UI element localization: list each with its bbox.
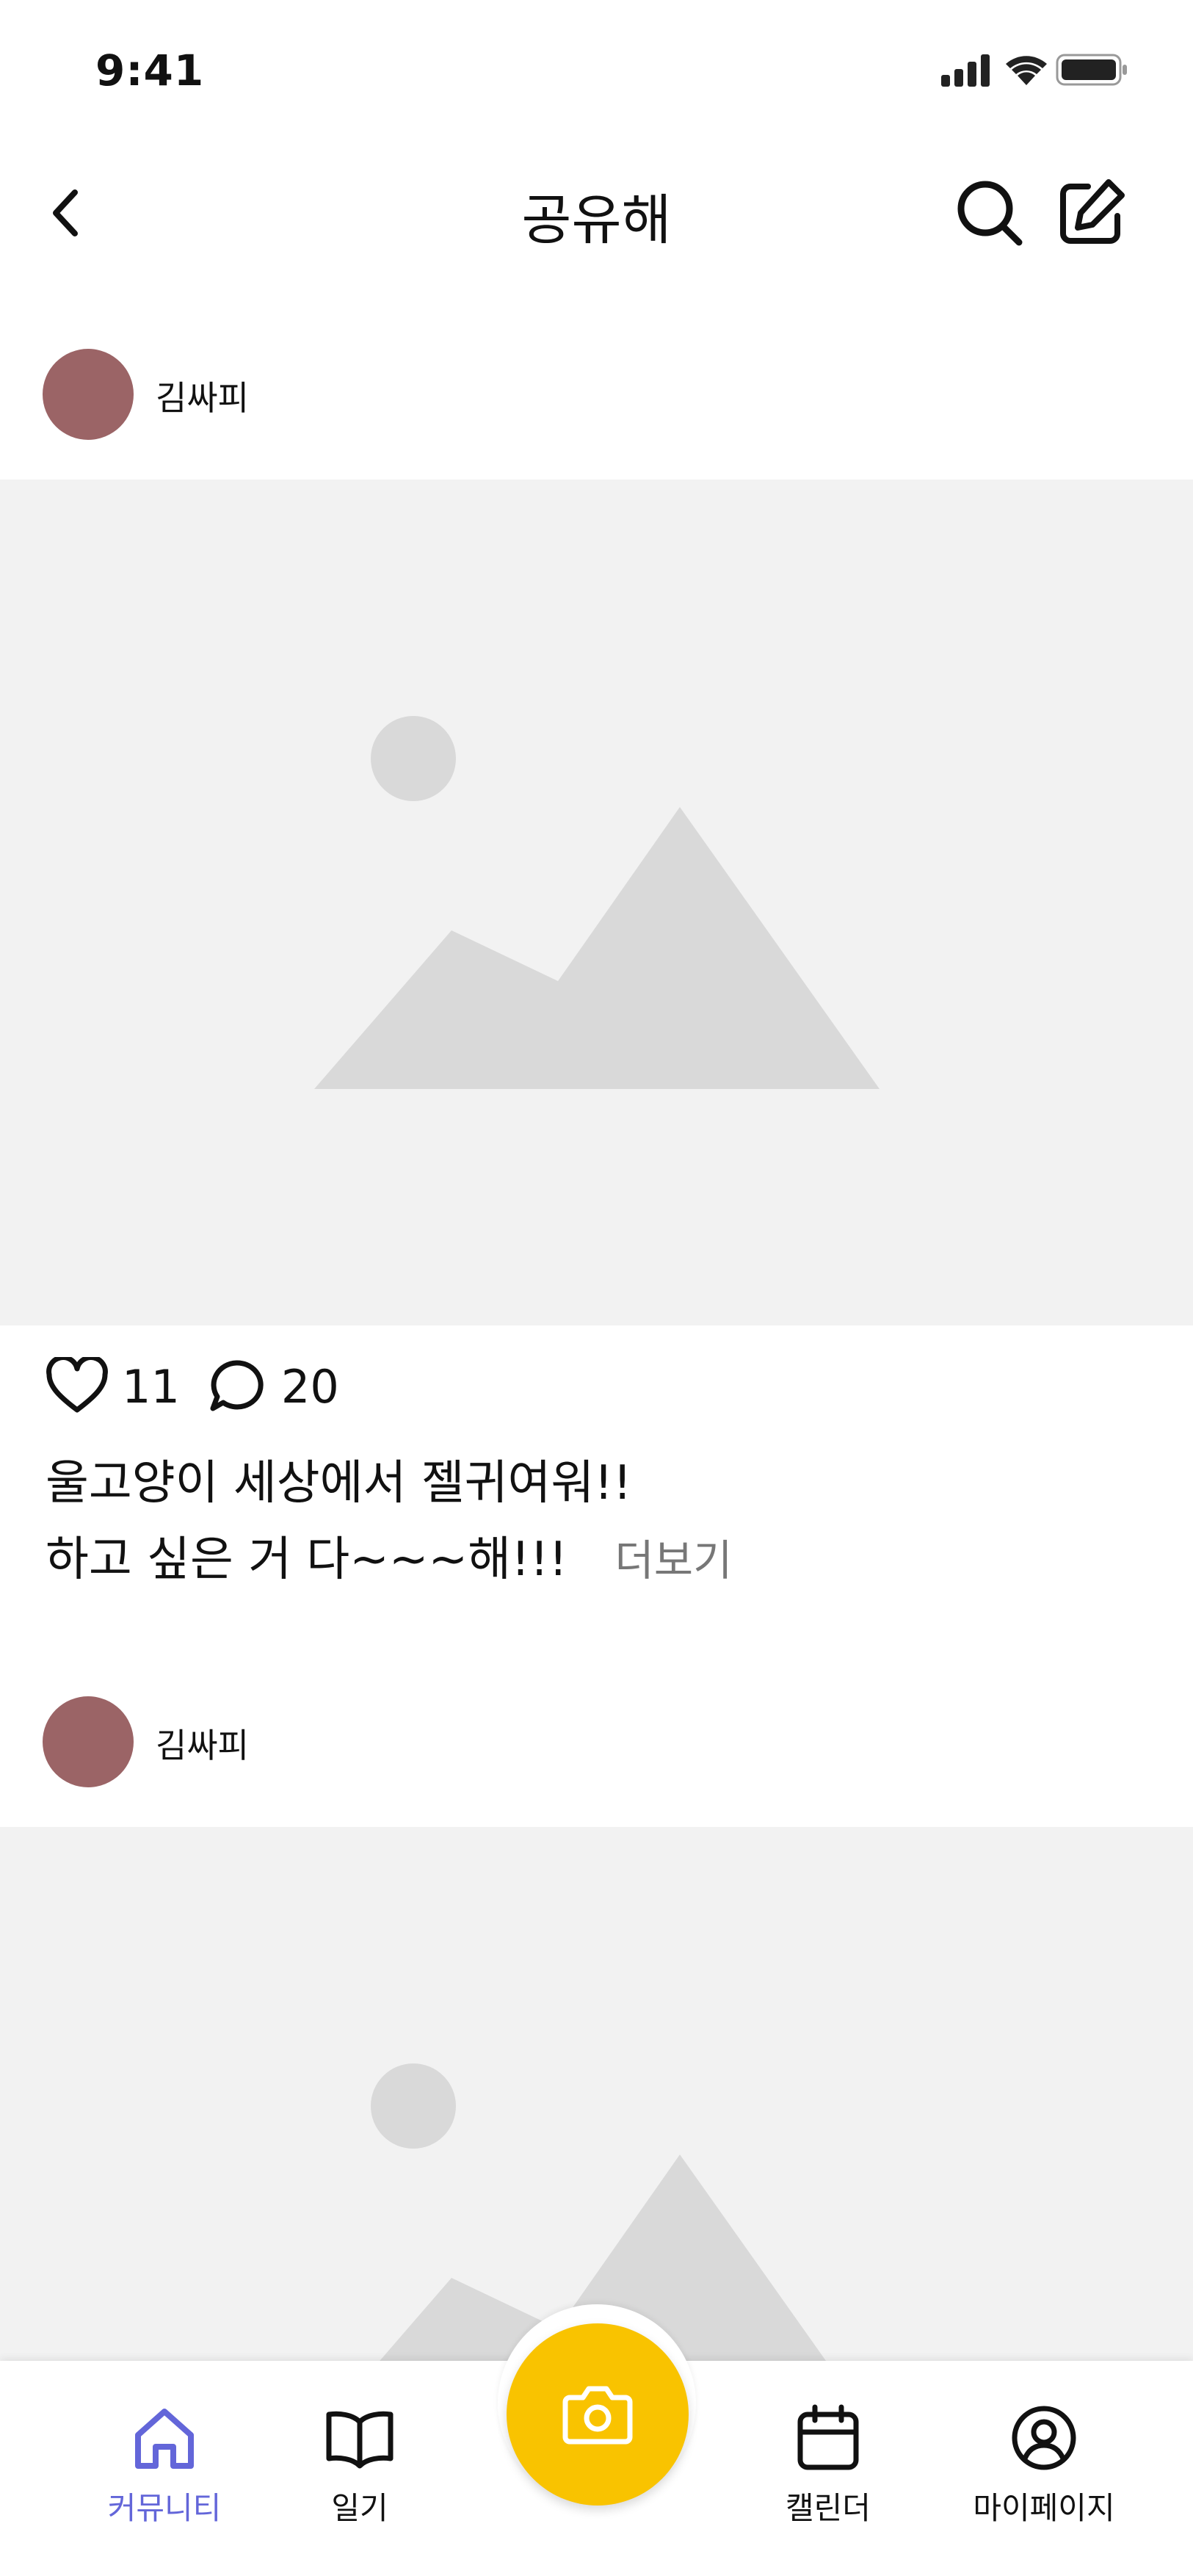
nav-item-diary[interactable]: 일기 <box>286 2401 433 2528</box>
status-icons <box>938 51 1129 88</box>
status-time: 9:41 <box>95 46 205 95</box>
battery-icon <box>1056 54 1127 86</box>
nav-label: 커뮤니티 <box>107 2490 222 2526</box>
nav-label: 일기 <box>331 2490 388 2526</box>
comment-icon <box>210 1360 264 1411</box>
avatar[interactable] <box>43 349 134 440</box>
post-caption-line: 하고 싶은 거 다~~~해!!! 더보기 <box>46 1522 732 1599</box>
post-image[interactable] <box>0 480 1193 1325</box>
write-post-button[interactable] <box>1054 176 1128 250</box>
post-username[interactable]: 김싸피 <box>156 372 249 420</box>
edit-icon <box>1060 179 1125 244</box>
image-placeholder-icon <box>314 716 880 1089</box>
nav-item-calendar[interactable]: 캘린더 <box>755 2401 902 2528</box>
nav-item-community[interactable]: 커뮤니티 <box>91 2401 238 2528</box>
camera-button[interactable] <box>507 2323 689 2506</box>
nav-item-mypage[interactable]: 마이페이지 <box>956 2401 1132 2528</box>
nav-label: 캘린더 <box>786 2490 871 2526</box>
wifi-icon <box>1006 56 1047 85</box>
post-stats: 11 20 <box>44 1350 339 1423</box>
search-button[interactable] <box>953 176 1026 250</box>
book-icon <box>326 2411 394 2469</box>
home-icon <box>135 2409 194 2469</box>
post-caption-text: 하고 싶은 거 다~~~해!!! <box>46 1533 568 1587</box>
calendar-icon <box>797 2404 859 2470</box>
image-placeholder-icon <box>371 2063 833 2370</box>
avatar[interactable] <box>43 1696 134 1787</box>
like-count: 11 <box>122 1359 180 1414</box>
search-icon <box>957 181 1023 246</box>
user-circle-icon <box>1012 2406 1076 2470</box>
camera-icon <box>562 2386 633 2445</box>
post-caption-line: 울고양이 세상에서 젤귀여워!! <box>46 1456 632 1510</box>
nav-label: 마이페이지 <box>973 2490 1115 2526</box>
comment-button[interactable] <box>203 1353 269 1419</box>
more-link[interactable]: 더보기 <box>614 1535 732 1585</box>
comment-count: 20 <box>280 1359 339 1414</box>
signal-icon <box>941 54 990 87</box>
post-username[interactable]: 김싸피 <box>156 1719 249 1768</box>
heart-icon <box>46 1357 108 1413</box>
post-image[interactable] <box>0 1827 1193 2370</box>
like-button[interactable] <box>44 1353 110 1419</box>
